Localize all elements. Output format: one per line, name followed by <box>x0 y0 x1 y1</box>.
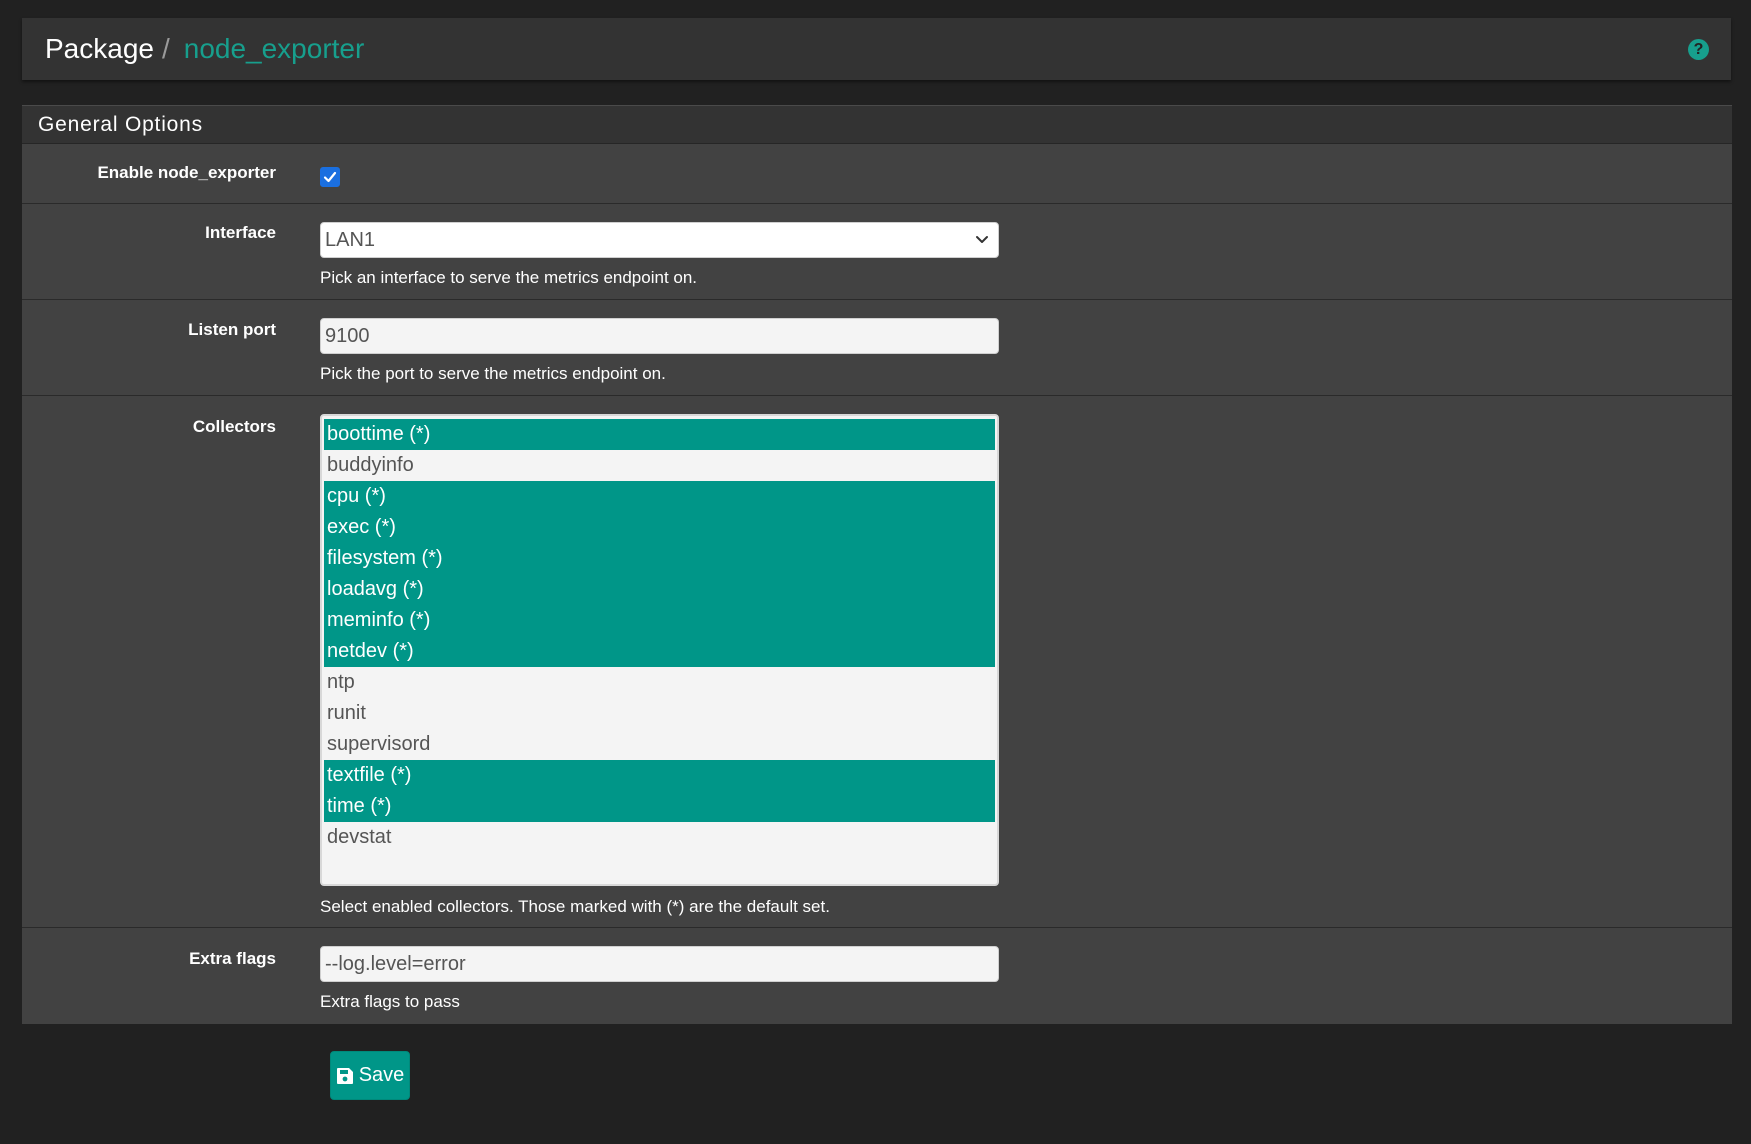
page: Package / node_exporter ? General Option… <box>0 0 1751 1144</box>
page-header: Package / node_exporter ? <box>22 18 1731 80</box>
enable-label: Enable node_exporter <box>97 163 276 182</box>
enable-checkbox[interactable] <box>320 167 340 187</box>
collector-option[interactable]: devstat <box>324 822 995 853</box>
collector-option[interactable]: buddyinfo <box>324 450 995 481</box>
collector-option[interactable]: ntp <box>324 667 995 698</box>
collector-option[interactable]: runit <box>324 698 995 729</box>
collectors-label: Collectors <box>192 417 276 436</box>
collector-option[interactable]: exec (*) <box>324 512 995 543</box>
save-button-label: Save <box>358 1064 405 1086</box>
collector-option[interactable]: meminfo (*) <box>324 605 995 636</box>
row-interface: Interface LAN1 Pick an interface to serv… <box>22 204 1732 300</box>
interface-field: LAN1 Pick an interface to serve the metr… <box>320 222 999 288</box>
save-button[interactable]: Save <box>330 1051 410 1100</box>
collectors-multiselect[interactable]: boottime (*) buddyinfo cpu (*) exec (*) file… <box>320 414 999 886</box>
extra-flags-help: Extra flags to pass <box>320 992 460 1011</box>
breadcrumb-root[interactable]: Package <box>45 33 154 65</box>
question-circle-icon[interactable]: ? <box>1688 39 1709 60</box>
breadcrumb-current[interactable]: node_exporter <box>184 33 365 65</box>
collector-option[interactable]: time (*) <box>324 791 995 822</box>
collectors-help: Select enabled collectors. Those marked … <box>320 897 830 916</box>
collectors-field: boottime (*) buddyinfo cpu (*) exec (*) file… <box>320 414 999 917</box>
extra-flags-input[interactable] <box>320 946 999 982</box>
collector-option[interactable]: filesystem (*) <box>324 543 995 574</box>
interface-select-value: LAN1 <box>325 228 376 251</box>
general-options-panel: General Options Enable node_exporter Int… <box>22 105 1732 1024</box>
row-enable: Enable node_exporter <box>22 144 1732 204</box>
check-icon <box>323 171 337 183</box>
collector-option[interactable]: supervisord <box>324 729 995 760</box>
listen-port-help: Pick the port to serve the metrics endpo… <box>320 364 666 383</box>
extra-flags-label: Extra flags <box>189 949 276 968</box>
floppy-disk-icon <box>336 1067 353 1084</box>
collector-option[interactable]: boottime (*) <box>324 419 995 450</box>
listen-port-label: Listen port <box>188 320 276 339</box>
collector-option[interactable]: cpu (*) <box>324 481 995 512</box>
breadcrumb: Package / node_exporter <box>45 33 364 65</box>
breadcrumb-separator: / <box>161 33 170 64</box>
listen-port-input[interactable] <box>320 318 999 354</box>
collector-option[interactable]: netdev (*) <box>324 636 995 667</box>
chevron-down-icon <box>976 236 988 243</box>
row-listen-port: Listen port Pick the port to serve the m… <box>22 300 1732 396</box>
listen-port-field: Pick the port to serve the metrics endpo… <box>320 318 999 384</box>
interface-help: Pick an interface to serve the metrics e… <box>320 268 698 287</box>
panel-title: General Options <box>22 105 1732 144</box>
row-extra-flags: Extra flags Extra flags to pass <box>22 928 1732 1024</box>
row-collectors: Collectors boottime (*) buddyinfo cpu (*) e… <box>22 396 1732 928</box>
interface-label: Interface <box>205 223 276 242</box>
interface-select[interactable]: LAN1 <box>320 222 999 258</box>
collector-option[interactable]: textfile (*) <box>324 760 995 791</box>
extra-flags-field: Extra flags to pass <box>320 946 999 1012</box>
collector-option[interactable]: loadavg (*) <box>324 574 995 605</box>
